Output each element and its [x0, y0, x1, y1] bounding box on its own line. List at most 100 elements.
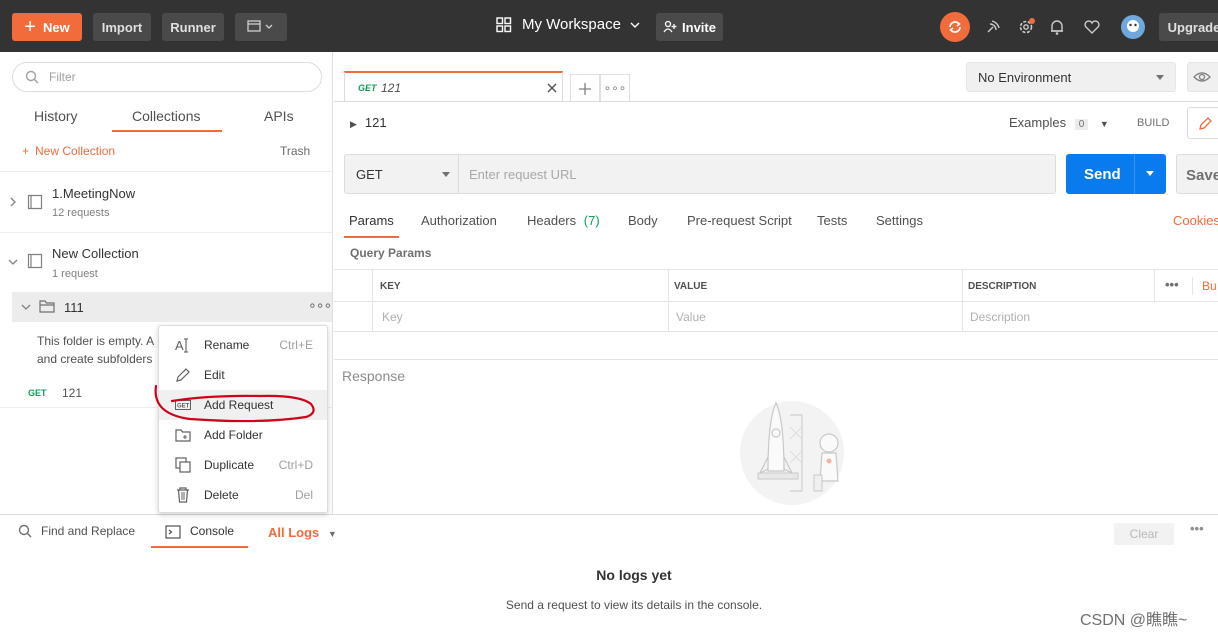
- method-badge: GET: [28, 388, 47, 398]
- description-input[interactable]: Description: [970, 310, 1030, 324]
- edit-mode-button[interactable]: [1187, 107, 1218, 139]
- new-window-icon: [247, 20, 273, 32]
- filter-input[interactable]: Filter: [12, 62, 322, 92]
- sync-icon[interactable]: [940, 12, 970, 42]
- examples-count: 0: [1074, 119, 1089, 130]
- settings-icon[interactable]: [1013, 14, 1039, 40]
- caret-down-icon: [442, 172, 450, 177]
- annotation-circle: [154, 384, 315, 423]
- new-button[interactable]: + New: [12, 13, 82, 41]
- folder-item[interactable]: 111 ∘∘∘: [12, 292, 332, 322]
- workspace-label: My Workspace: [522, 16, 621, 33]
- tab-params[interactable]: Params: [349, 213, 394, 228]
- menu-item-rename[interactable]: A Rename Ctrl+E: [159, 330, 327, 360]
- more-options-icon[interactable]: •••: [1190, 521, 1204, 536]
- console-tab[interactable]: Console: [151, 515, 248, 548]
- tab-tests[interactable]: Tests: [817, 213, 847, 228]
- more-options-icon[interactable]: •••: [1165, 277, 1179, 292]
- upgrade-button[interactable]: Upgrade: [1159, 13, 1218, 41]
- collection-name: New Collection: [52, 246, 139, 261]
- collection-item[interactable]: 1.MeetingNow 12 requests: [0, 172, 333, 232]
- cookies-link[interactable]: Cookies: [1173, 213, 1218, 228]
- active-tab-indicator: [344, 236, 399, 238]
- chevron-right-icon: [10, 197, 16, 207]
- divider: [334, 359, 1218, 360]
- workspace-switcher[interactable]: My Workspace: [496, 16, 641, 33]
- close-icon[interactable]: [546, 82, 558, 94]
- heart-icon[interactable]: [1079, 14, 1105, 40]
- examples-dropdown[interactable]: Examples 0 ▼: [1009, 115, 1109, 130]
- bulk-edit-link[interactable]: Bu: [1202, 279, 1217, 293]
- request-tab[interactable]: GET 121: [344, 71, 563, 102]
- tab-apis[interactable]: APIs: [264, 108, 294, 124]
- log-level-dropdown[interactable]: All Logs ▼: [268, 525, 337, 540]
- new-window-button[interactable]: [235, 13, 287, 41]
- import-button[interactable]: Import: [93, 13, 151, 41]
- collection-count: 12 requests: [52, 207, 110, 219]
- value-input[interactable]: Value: [676, 310, 706, 324]
- tab-headers[interactable]: Headers (7): [527, 213, 600, 228]
- new-tab-button[interactable]: [570, 74, 600, 102]
- add-user-icon: [663, 20, 677, 33]
- eye-icon: [1193, 72, 1211, 82]
- column-header-key: KEY: [380, 281, 401, 292]
- bell-icon[interactable]: [1044, 14, 1070, 40]
- caret-down-icon: ▼: [1099, 119, 1109, 129]
- column-header-value: VALUE: [674, 281, 708, 292]
- satellite-icon[interactable]: [980, 14, 1006, 40]
- send-button[interactable]: Send: [1066, 154, 1166, 194]
- menu-item-duplicate[interactable]: Duplicate Ctrl+D: [159, 450, 327, 480]
- new-collection-button[interactable]: + New Collection: [22, 144, 115, 158]
- method-select[interactable]: GET: [344, 154, 459, 194]
- column-header-description: DESCRIPTION: [968, 281, 1037, 292]
- empty-state-subtitle: Send a request to view its details in th…: [505, 598, 763, 612]
- key-input[interactable]: Key: [382, 310, 403, 324]
- clear-button[interactable]: Clear: [1114, 523, 1174, 545]
- search-icon: [25, 70, 39, 84]
- plus-icon: [579, 82, 591, 95]
- collection-icon: [27, 194, 43, 210]
- find-replace-tab[interactable]: Find and Replace: [18, 524, 135, 538]
- collection-item[interactable]: New Collection 1 request: [0, 233, 333, 291]
- caret-right-icon[interactable]: ▶: [350, 119, 357, 129]
- tab-collections[interactable]: Collections: [132, 108, 200, 124]
- divider: [334, 101, 1218, 102]
- add-folder-icon: [175, 429, 191, 442]
- collection-icon: [27, 253, 43, 269]
- folder-empty-text: This folder is empty. A: [37, 334, 155, 348]
- menu-item-delete[interactable]: Delete Del: [159, 480, 327, 510]
- top-bar: + New Import Runner My Workspace Invite: [0, 0, 1218, 52]
- pencil-icon: [1199, 117, 1212, 130]
- grid-icon: [496, 16, 512, 32]
- plus-icon: +: [24, 16, 36, 38]
- environment-quick-look-button[interactable]: [1187, 62, 1218, 92]
- query-params-table: KEY VALUE DESCRIPTION ••• Bu Key Value D…: [334, 269, 1218, 332]
- request-name: 121: [62, 386, 83, 400]
- chevron-down-icon: [21, 304, 31, 310]
- rename-icon: A: [175, 338, 188, 353]
- folder-empty-text: and create subfolders: [37, 352, 153, 366]
- tab-pre-request-script[interactable]: Pre-request Script: [687, 213, 792, 228]
- trash-link[interactable]: Trash: [280, 144, 310, 158]
- tab-authorization[interactable]: Authorization: [421, 213, 497, 228]
- environment-select[interactable]: No Environment: [966, 62, 1176, 92]
- watermark: CSDN @瞧瞧~: [1080, 612, 1188, 629]
- headers-count: (7): [583, 213, 600, 228]
- url-input[interactable]: [459, 154, 1056, 194]
- save-button[interactable]: Save: [1176, 154, 1218, 194]
- runner-button[interactable]: Runner: [162, 13, 224, 41]
- more-options-icon[interactable]: ∘∘∘: [308, 297, 332, 314]
- invite-button[interactable]: Invite: [656, 13, 723, 41]
- svg-text:A: A: [175, 338, 184, 353]
- chevron-down-icon: [630, 22, 640, 28]
- method-badge: GET: [358, 83, 377, 93]
- avatar[interactable]: [1120, 14, 1146, 40]
- request-title: ▶ 121: [350, 115, 387, 130]
- tab-body[interactable]: Body: [628, 213, 658, 228]
- caret-down-icon: [1156, 75, 1164, 80]
- tab-history[interactable]: History: [34, 108, 78, 124]
- tab-options-icon[interactable]: ∘∘∘: [600, 74, 630, 102]
- tab-settings[interactable]: Settings: [876, 213, 923, 228]
- tab-title: 121: [381, 81, 402, 95]
- caret-down-icon[interactable]: [1145, 170, 1155, 178]
